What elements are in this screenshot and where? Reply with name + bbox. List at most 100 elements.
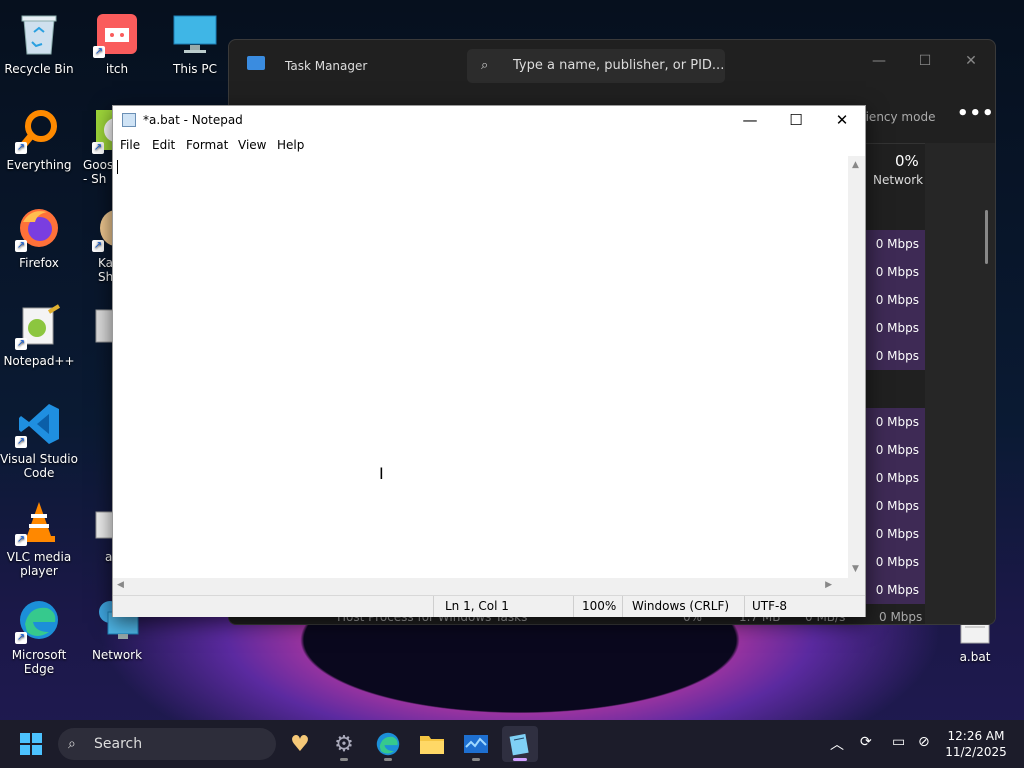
- status-divider: [744, 596, 745, 617]
- desktop-icon-edge[interactable]: ↗ Microsoft Edge: [0, 596, 78, 676]
- desktop-icon-vscode[interactable]: ↗ Visual Studio Code: [0, 400, 78, 480]
- desktop-icon-recycle-bin[interactable]: Recycle Bin: [0, 10, 78, 76]
- taskbar-search[interactable]: ⌕ Search: [58, 728, 276, 760]
- more-options-icon[interactable]: •••: [957, 103, 995, 124]
- taskbar-edge[interactable]: [370, 726, 406, 762]
- shortcut-arrow-icon: ↗: [92, 240, 104, 252]
- windows-logo-tile: [32, 733, 42, 743]
- status-divider: [573, 596, 574, 617]
- vertical-scrollbar[interactable]: ▲ ▼: [848, 156, 865, 578]
- minimize-button[interactable]: —: [857, 46, 901, 76]
- desktop-icon-partial[interactable]: [78, 302, 112, 354]
- close-button[interactable]: ✕: [819, 106, 865, 134]
- network-cell: 0 Mbps: [865, 342, 925, 370]
- desktop-icon-everything[interactable]: ↗ Everything: [0, 106, 78, 172]
- status-zoom: 100%: [582, 599, 617, 613]
- menu-format[interactable]: Format: [186, 138, 228, 152]
- taskbar-settings[interactable]: ⚙: [326, 726, 362, 762]
- network-cell: 0 Mbps: [865, 492, 925, 520]
- search-icon: ⌕: [68, 736, 76, 752]
- task-manager-search-input[interactable]: ⌕ Type a name, publisher, or PID...: [467, 49, 725, 83]
- network-column: 0 Mbps 0 Mbps 0 Mbps 0 Mbps 0 Mbps 0 Mbp…: [865, 195, 925, 624]
- taskbar-file-explorer[interactable]: [414, 726, 450, 762]
- desktop-icon-label: Firefox: [19, 256, 59, 270]
- menu-help[interactable]: Help: [277, 138, 304, 152]
- text-editor[interactable]: I: [113, 156, 848, 578]
- task-manager-titlebar[interactable]: Task Manager ⌕ Type a name, publisher, o…: [229, 40, 995, 92]
- shortcut-arrow-icon: ↗: [15, 142, 27, 154]
- recycle-bin-icon: [15, 10, 63, 58]
- clock-date: 11/2/2025: [945, 745, 1007, 759]
- menu-view[interactable]: View: [238, 138, 266, 152]
- desktop-icon-label: a: [105, 550, 112, 564]
- notepad-icon: [122, 113, 136, 127]
- ibeam-cursor-icon: I: [379, 464, 384, 483]
- show-hidden-icons-chevron-icon[interactable]: ︿: [830, 734, 844, 754]
- scroll-up-icon[interactable]: ▲: [852, 160, 859, 170]
- ka-app-icon: ↗: [92, 204, 112, 252]
- taskbar-notepad[interactable]: [502, 726, 538, 762]
- maximize-button[interactable]: ☐: [903, 46, 947, 76]
- volume-muted-icon[interactable]: ⊘: [918, 734, 930, 750]
- taskbar-widget-heart[interactable]: ♥: [282, 726, 318, 762]
- scroll-left-icon[interactable]: ◀: [117, 580, 124, 590]
- desktop-icon-label: Notepad++: [3, 354, 75, 368]
- desktop-icon-notepad-plus-plus[interactable]: ↗ Notepad++: [0, 302, 78, 368]
- efficiency-mode-button[interactable]: ciency mode: [859, 110, 935, 124]
- close-button[interactable]: ✕: [949, 46, 993, 76]
- vscode-icon: ↗: [15, 400, 63, 448]
- scrollbar-thumb[interactable]: [985, 210, 988, 264]
- desktop-icon-label: This PC: [173, 62, 217, 76]
- network-status-icon[interactable]: ▭: [892, 734, 905, 750]
- desktop-icon-ka[interactable]: ↗ Ka Sh: [78, 204, 112, 284]
- desktop-icon-this-pc[interactable]: This PC: [156, 10, 234, 76]
- running-indicator: [384, 758, 392, 761]
- desktop-icon-label: VLC media player: [6, 550, 72, 578]
- notepad-window[interactable]: *a.bat - Notepad — ☐ ✕ File Edit Format …: [112, 105, 866, 617]
- desktop-icon-vlc[interactable]: ↗ VLC media player: [0, 498, 78, 578]
- maximize-button[interactable]: ☐: [773, 106, 819, 134]
- text-caret: [117, 160, 118, 174]
- status-divider: [433, 596, 434, 617]
- scroll-right-icon[interactable]: ▶: [825, 580, 832, 590]
- menu-bar: File Edit Format View Help: [113, 134, 865, 156]
- notepad-title: *a.bat - Notepad: [143, 113, 243, 127]
- minimize-button[interactable]: —: [727, 106, 773, 134]
- status-encoding: UTF-8: [752, 599, 787, 613]
- taskbar-search-label: Search: [94, 736, 143, 752]
- shortcut-arrow-icon: ↗: [15, 436, 27, 448]
- desktop-icon-label: Everything: [6, 158, 72, 172]
- status-line-ending: Windows (CRLF): [632, 599, 730, 613]
- notepad-icon: [509, 733, 529, 756]
- notepad-plus-plus-icon: ↗: [15, 302, 63, 350]
- itch-icon: ↗: [93, 10, 141, 58]
- desktop-icon-itch[interactable]: ↗ itch: [78, 10, 156, 76]
- running-indicator: [472, 758, 480, 761]
- notepad-titlebar[interactable]: *a.bat - Notepad — ☐ ✕: [113, 106, 865, 134]
- menu-edit[interactable]: Edit: [152, 138, 175, 152]
- network-cell: 0 Mbps: [865, 286, 925, 314]
- running-indicator: [513, 758, 527, 761]
- network-percent: 0%: [895, 152, 919, 170]
- task-manager-icon: [464, 735, 488, 753]
- shortcut-arrow-icon: ↗: [15, 338, 27, 350]
- edge-icon: [376, 732, 400, 756]
- system-clock[interactable]: 12:26 AM 11/2/2025: [940, 728, 1012, 760]
- scroll-down-icon[interactable]: ▼: [852, 564, 859, 574]
- search-placeholder: Type a name, publisher, or PID...: [513, 58, 725, 73]
- desktop-icon-a[interactable]: a: [78, 498, 112, 564]
- network-cell: 0 Mbps: [865, 258, 925, 286]
- desktop-icon-label: Network: [91, 648, 143, 662]
- taskbar-task-manager[interactable]: [458, 726, 494, 762]
- network-column-header[interactable]: Network: [873, 173, 923, 187]
- task-manager-title: Task Manager: [285, 59, 368, 73]
- network-cell: 0 Mbps: [865, 576, 925, 604]
- network-cell: 0 Mbps: [865, 230, 925, 258]
- start-button[interactable]: [20, 733, 42, 755]
- menu-file[interactable]: File: [120, 138, 140, 152]
- horizontal-scrollbar[interactable]: ◀ ▶: [113, 578, 848, 595]
- desktop-icon-goose[interactable]: ↗ Goos - Sh: [78, 106, 112, 186]
- desktop-icon-firefox[interactable]: ↗ Firefox: [0, 204, 78, 270]
- edge-icon: ↗: [15, 596, 63, 644]
- sync-icon[interactable]: ⟳: [860, 734, 872, 750]
